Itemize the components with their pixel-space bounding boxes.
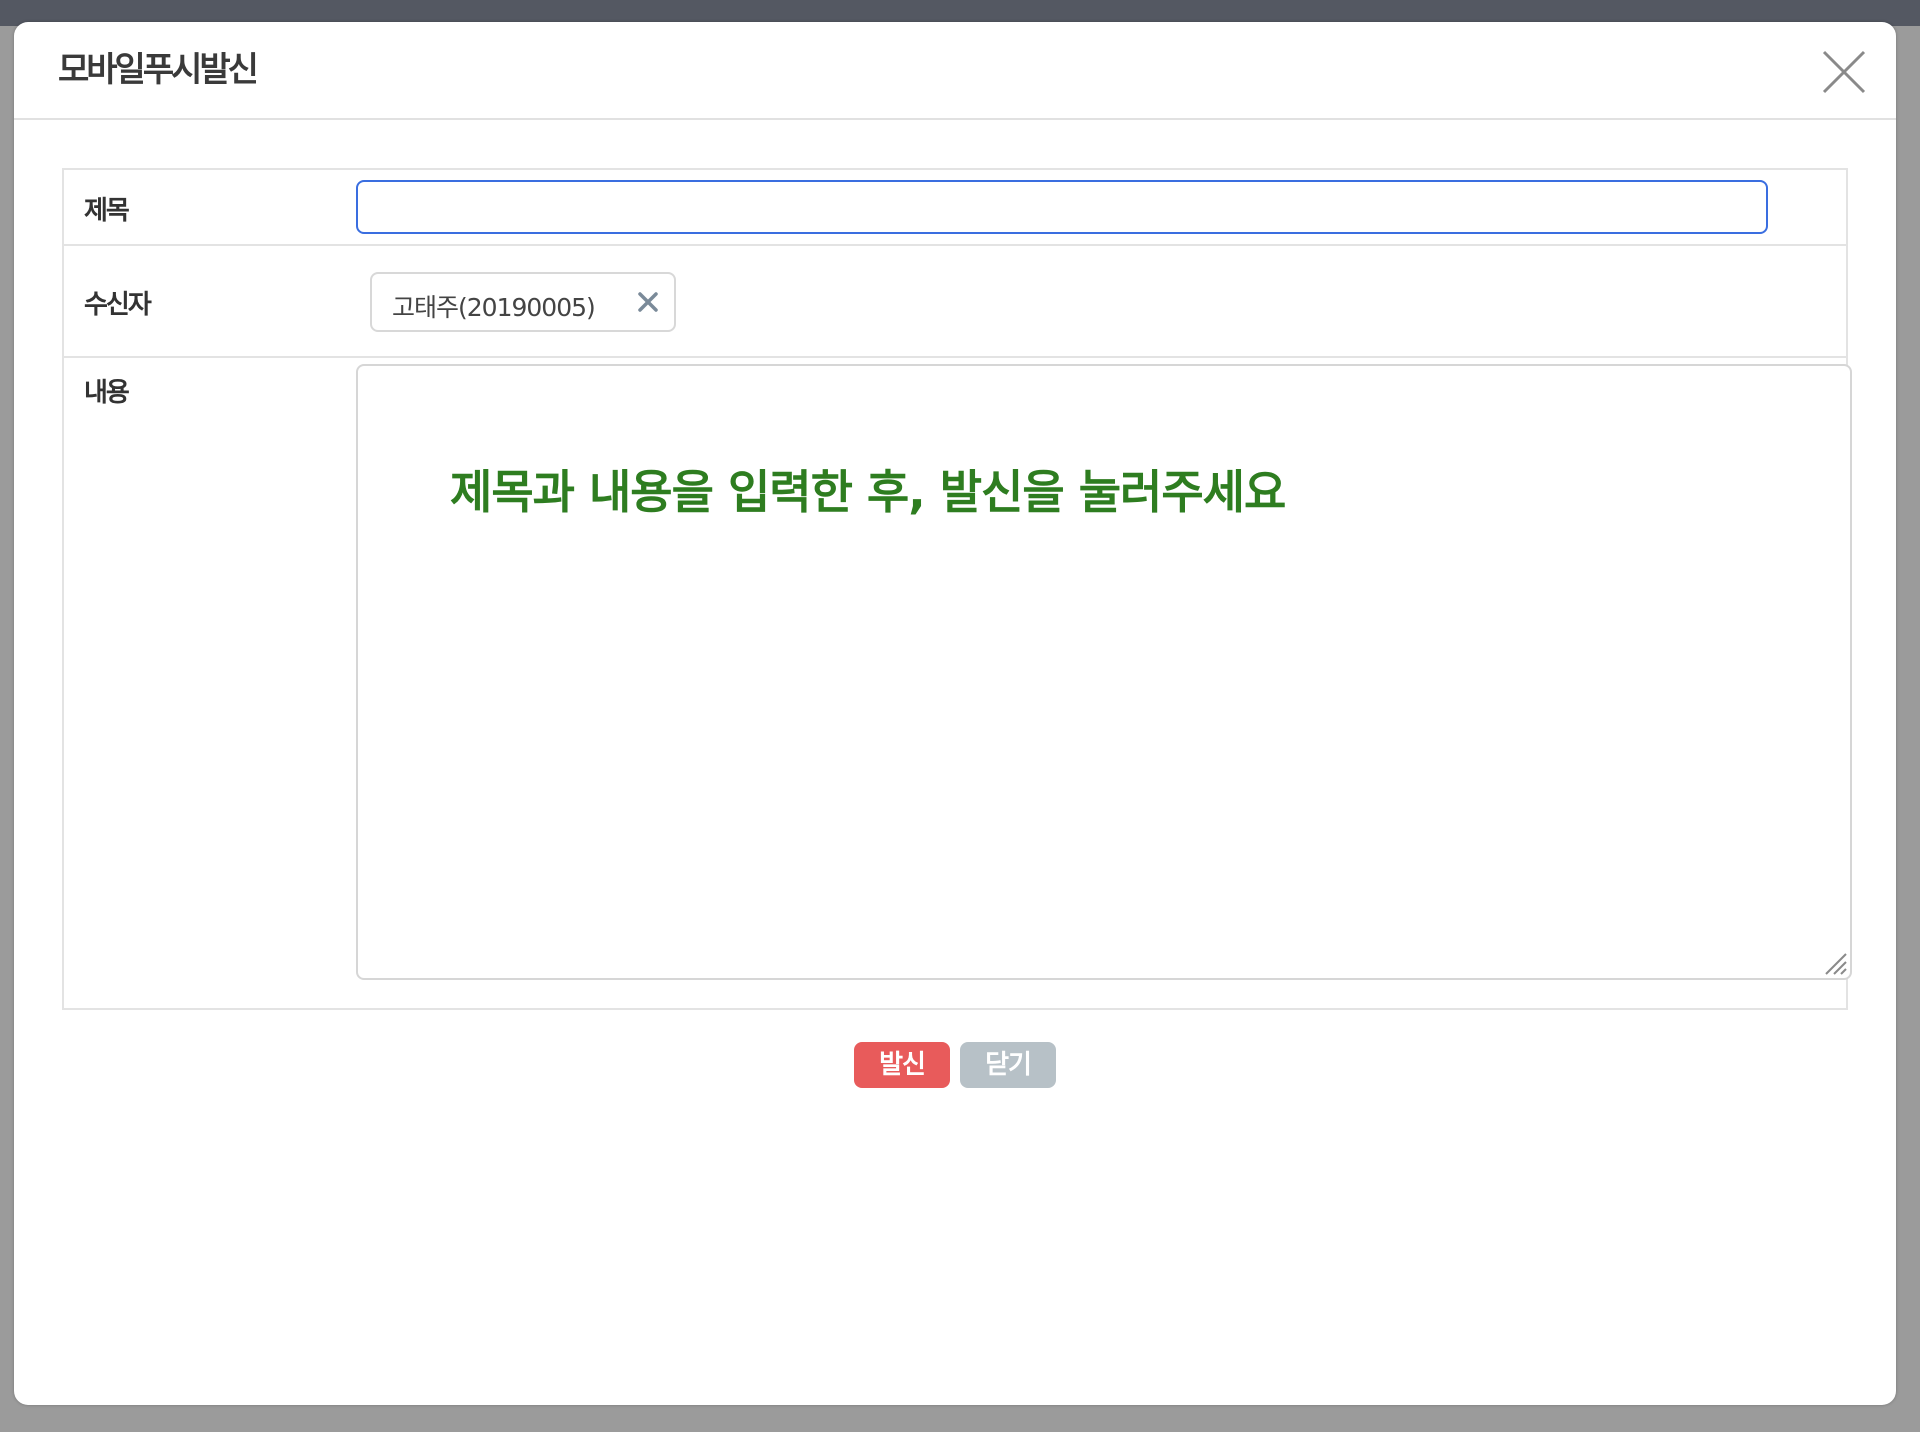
- recipient-tag: 고태주(20190005): [370, 272, 676, 332]
- resize-handle-icon[interactable]: [1820, 948, 1848, 976]
- recipient-label: 수신자: [84, 290, 152, 320]
- recipient-row: 수신자 고태주(20190005): [64, 246, 1846, 358]
- content-textarea[interactable]: 제목과 내용을 입력한 후, 발신을 눌러주세요: [356, 364, 1852, 980]
- remove-icon[interactable]: [636, 290, 660, 314]
- title-label: 제목: [84, 196, 130, 226]
- content-placeholder: 제목과 내용을 입력한 후, 발신을 눌러주세요: [450, 465, 1286, 519]
- content-row: 내용 제목과 내용을 입력한 후, 발신을 눌러주세요: [64, 358, 1852, 1008]
- title-input[interactable]: [356, 180, 1768, 234]
- close-button[interactable]: 닫기: [960, 1042, 1056, 1088]
- close-icon[interactable]: [1820, 48, 1868, 96]
- content-label: 내용: [84, 378, 130, 408]
- dialog-title: 모바일푸시발신: [58, 50, 259, 90]
- title-row: 제목: [64, 170, 1846, 246]
- mobile-push-dialog: 모바일푸시발신 제목 수신자 고태주(20190005) 내용 제목과 내용을 …: [14, 22, 1896, 1405]
- push-form: 제목 수신자 고태주(20190005) 내용 제목과 내용을 입력한 후, 발…: [62, 168, 1852, 1010]
- recipient-name: 고태주(20190005): [392, 293, 596, 322]
- send-button[interactable]: 발신: [854, 1042, 950, 1088]
- dialog-header: 모바일푸시발신: [14, 22, 1896, 120]
